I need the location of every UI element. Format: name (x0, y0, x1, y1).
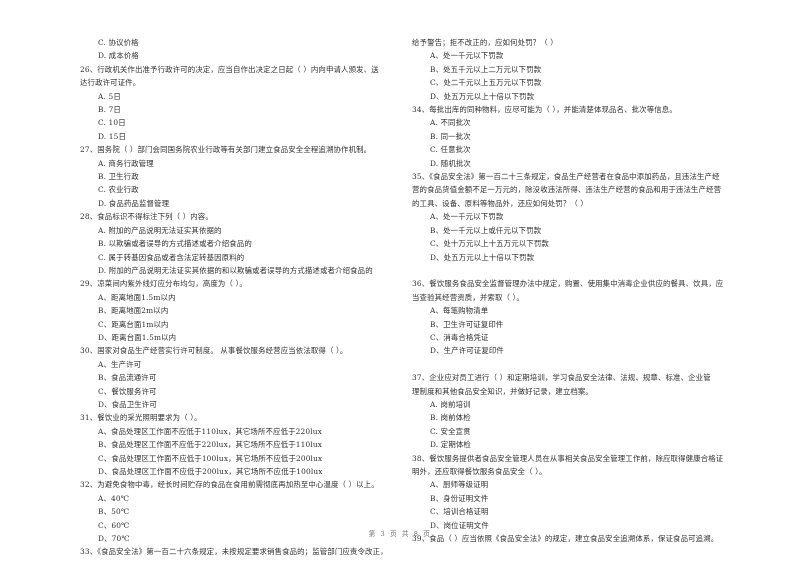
question-stem: 34、每批出库的同种物料，应尽可能为（ ），并能清楚体现品名、批次等信息。 (412, 105, 677, 115)
option-a: A. 5日 (98, 91, 121, 101)
option-a: A、生产许可 (98, 359, 142, 369)
option-d: D、食品卫生许可 (98, 399, 157, 409)
question-34: 34、每批出库的同种物料，应尽可能为（ ），并能清楚体现品名、批次等信息。 A.… (412, 103, 757, 170)
option-c: C. 属于转基因食品或者含法定转基因原料的 (98, 252, 245, 262)
question-stem-cont: 营的食品货值金额不足一万元的，除没收违法所得、违法生产经营的食品和用于违法生产经… (412, 185, 722, 195)
option-a: A、食品处理区工作面不应低于110lux，其它场所不应低于220lux (98, 426, 322, 436)
page-footer: 第 3 页 共 8 页 (368, 530, 432, 538)
option-b: B. 以欺骗或者误导的方式描述或者介绍食品的 (98, 239, 252, 249)
option-c: C、培训合格证明 (430, 507, 489, 517)
question-stem-cont: 当查验其经营资质，并索取（ ）。 (412, 292, 524, 302)
question-stem: 28、食品标识不得标注下列（ ）内容。 (80, 212, 213, 222)
question-28: 28、食品标识不得标注下列（ ）内容。 A. 附加的产品说明无法证实其依据的 B… (80, 210, 410, 277)
option-c: C. 任意批次 (430, 145, 471, 155)
option-c: C、处十万元以上十五万元以下罚款 (430, 239, 549, 249)
question-stem: 38、餐饮服务提供者食品安全管理人员在从事相关食品安全管理工作前，除应取得健康合… (412, 453, 724, 463)
option-d: D. 食品药品监督管理 (98, 198, 170, 208)
question-stem: 36、餐饮服务食品安全监督管理办法中规定，购置、使用集中消毒企业供应的餐具、饮具… (412, 279, 724, 289)
option-a: A. 岗前培训 (430, 399, 471, 409)
option-b: B. 岗前体检 (430, 413, 471, 423)
option-a: A. 附加的产品说明无法证实其依据的 (98, 225, 222, 235)
option-c: C. 农业行政 (98, 185, 139, 195)
question-37: 37、企业应对员工进行（ ）和定期培训，学习食品安全法律、法规、规章、标准、企业… (412, 371, 757, 451)
option-d: D、生产许可证复印件 (430, 346, 504, 356)
question-stem: 26、行政机关作出准予行政许可的决定，应当自作出决定之日起（ ）内向申请人颁发、… (80, 64, 379, 74)
option-c: C、距离台面1m以内 (98, 319, 169, 329)
option-a: A、厨师等级证明 (430, 480, 489, 490)
option-a: A、处一千元以下罚款 (430, 212, 504, 222)
option-d: D、距离台面1.5m以内 (98, 332, 177, 342)
option-a: A、距离地面1.5m以内 (98, 292, 176, 302)
option-a: A、处一千元以下罚款 (430, 51, 504, 61)
question-33: 33、《食品安全法》第一百二十六条规定，未按规定要求销售食品的；监管部门应责令改… (80, 545, 410, 558)
question-stem: 27、国务院（ ）部门会同国务院农业行政等有关部门建立食品安全全程追溯协作机制。 (80, 145, 372, 155)
option-b: B. 7日 (98, 105, 121, 115)
option-c: C、消毒合格凭证 (430, 332, 489, 342)
option-b: B. 同一批次 (430, 131, 471, 141)
exam-page: C. 协议价格 D. 成本价格 26、行政机关作出准予行政许可的决定，应当自作出… (0, 0, 800, 565)
question-stem: 31、餐饮业的采光照明要求为（ ）。 (80, 413, 202, 423)
question-30: 30、国家对食品生产经营实行许可制度。 从事餐饮服务经营应当依法取得（ ）。 A… (80, 344, 410, 411)
option-b: B、卫生许可证复印件 (430, 319, 504, 329)
question-31: 31、餐饮业的采光照明要求为（ ）。 A、食品处理区工作面不应低于110lux，… (80, 411, 410, 478)
option-c: C、处二千元以上五万元以下罚款 (430, 78, 542, 88)
question-33-stem-continued: 给予警告；拒不改正的，应如何处罚？（ ） (412, 38, 558, 47)
question-stem: 29、凉菜间内紫外线灯应分布均匀，高度为（ ）。 (80, 279, 247, 289)
orphan-option: D. 成本价格 (98, 51, 139, 61)
question-stem: 35、《食品安全法》第一百二十三条规定，食品生产经营者在食品中添加药品，且违法生… (412, 172, 720, 182)
option-b: B、食品处理区工作面不应低于220lux，其它场所不应低于110lux (98, 440, 323, 450)
left-column: C. 协议价格 D. 成本价格 26、行政机关作出准予行政许可的决定，应当自作出… (80, 36, 410, 559)
option-c: C. 10日 (98, 118, 126, 128)
question-27: 27、国务院（ ）部门会同国务院农业行政等有关部门建立食品安全全程追溯协作机制。… (80, 143, 410, 210)
option-d: D. 附加的产品说明无法证实其依据的和以欺骗或者误导的方式描述或者介绍食品的 (98, 265, 373, 275)
question-stem: 30、国家对食品生产经营实行许可制度。 从事餐饮服务经营应当依法取得（ ）。 (80, 346, 348, 356)
option-b: B、50℃ (98, 507, 130, 517)
question-stem: 33、《食品安全法》第一百二十六条规定，未按规定要求销售食品的；监管部门应责令改… (80, 547, 388, 557)
option-b: B、食品流通许可 (98, 373, 157, 383)
option-d: D、处五万元以上十倍以下罚款 (430, 252, 535, 262)
option-a: A、每笔购物清单 (430, 306, 489, 316)
option-d: D. 15日 (98, 131, 127, 141)
option-a: A. 商务行政管理 (98, 158, 154, 168)
option-d: D. 定期体检 (430, 440, 471, 450)
question-stem: 32、为避免食物中毒，经长时间贮存的食品在食用前需彻底再加热至中心温度（ ）以上… (80, 480, 379, 490)
question-stem-cont: 达行政许可证件。 (80, 78, 141, 88)
right-column: 给予警告；拒不改正的，应如何处罚？（ ） A、处一千元以下罚款 B、处五千元以上… (412, 36, 757, 545)
question-35: 35、《食品安全法》第一百二十三条规定，食品生产经营者在食品中添加药品，且违法生… (412, 170, 757, 264)
option-b: B. 卫生行政 (98, 172, 139, 182)
question-38: 38、餐饮服务提供者食品安全管理人员在从事相关食品安全管理工作前，除应取得健康合… (412, 452, 757, 532)
option-a: A. 不同批次 (430, 118, 471, 128)
option-b: B、身份证明文件 (430, 493, 489, 503)
option-b: B、处一千元以上或仟元以下罚款 (430, 225, 542, 235)
option-c: C、食品处理区工作面不应低于100lux，其它场所不应低于200lux (98, 453, 323, 463)
orphan-option: C. 协议价格 (98, 38, 139, 47)
question-stem-cont: 理制度和其他食品安全知识，并做好记录，建立档案。 (412, 386, 593, 396)
option-b: B、距离地面2m以内 (98, 306, 169, 316)
question-stem-cont: 的工具、设备、原料等物品外，还应如何处罚？（ ） (412, 198, 588, 208)
question-29: 29、凉菜间内紫外线灯应分布均匀，高度为（ ）。 A、距离地面1.5m以内 B、… (80, 277, 410, 344)
option-a: A、40℃ (98, 493, 130, 503)
option-c: C、餐饮服务许可 (98, 386, 157, 396)
question-stem-cont: 明外，还应取得餐饮服务食品安全（ ）。 (412, 466, 547, 476)
question-26: 26、行政机关作出准予行政许可的决定，应当自作出决定之日起（ ）内向申请人颁发、… (80, 63, 410, 143)
question-stem: 37、企业应对员工进行（ ）和定期培训，学习食品安全法律、法规、规章、标准、企业… (412, 373, 711, 383)
option-d: D、处五万元以上十倍以下罚款 (430, 91, 535, 101)
option-d: D、食品处理区工作面不应低于200lux，其它场所不应低于100lux (98, 467, 323, 476)
option-c: C. 安全宣贯 (430, 426, 471, 436)
question-36: 36、餐饮服务食品安全监督管理办法中规定，购置、使用集中消毒企业供应的餐具、饮具… (412, 277, 757, 357)
option-d: D. 随机批次 (430, 158, 471, 168)
option-b: B、处五千元以上二万元以下罚款 (430, 64, 542, 74)
